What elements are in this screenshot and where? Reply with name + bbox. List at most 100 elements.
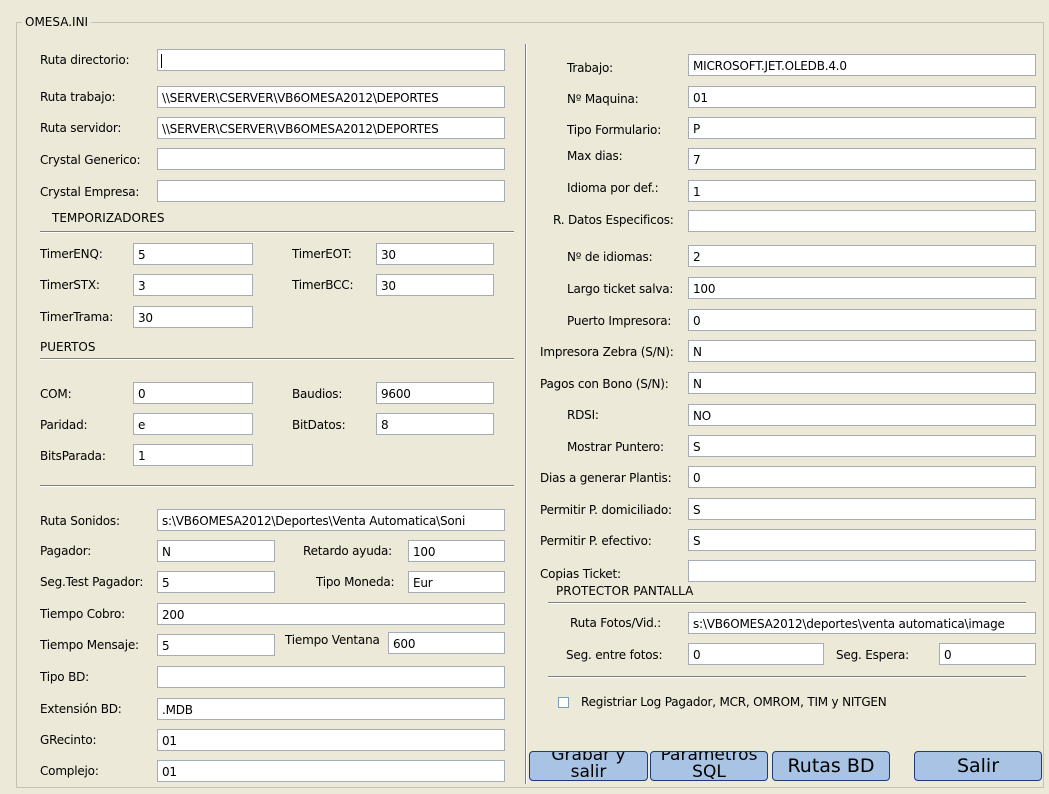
tiempo-cobro-field[interactable]: 200 (157, 603, 505, 625)
ruta-sonidos-label: Ruta Sonidos: (40, 514, 120, 528)
timer-stx-label: TimerSTX: (40, 278, 100, 292)
temporizadores-title: TEMPORIZADORES (52, 211, 165, 225)
idioma-label: Idioma por def.: (567, 181, 659, 195)
mostrar-puntero-field[interactable]: S (688, 435, 1036, 457)
retardo-ayuda-field[interactable]: 100 (408, 540, 505, 562)
complejo-field[interactable]: 01 (157, 760, 505, 782)
puertos-divider (40, 358, 514, 360)
retardo-ayuda-label: Retardo ayuda: (303, 544, 393, 558)
copias-ticket-field[interactable] (688, 560, 1036, 582)
protector-divider (548, 602, 1026, 604)
impresora-zebra-field[interactable]: N (688, 340, 1036, 362)
tipo-bd-field[interactable] (157, 666, 505, 688)
timer-bcc-field[interactable]: 30 (376, 274, 494, 296)
pagos-bono-field[interactable]: N (688, 372, 1036, 394)
timer-eot-label: TimerEOT: (292, 247, 352, 261)
tiempo-ventana-field[interactable]: 600 (388, 632, 505, 654)
paridad-field[interactable]: e (133, 413, 253, 435)
ruta-directorio-field[interactable] (157, 49, 505, 71)
timer-enq-field[interactable]: 5 (133, 243, 253, 265)
tipo-bd-label: Tipo BD: (40, 670, 89, 684)
extension-bd-field[interactable]: .MDB (157, 698, 505, 720)
seg-entre-fotos-field[interactable]: 0 (688, 643, 824, 665)
tiempo-mensaje-field[interactable]: 5 (157, 634, 275, 656)
rdsi-field[interactable]: NO (688, 404, 1036, 426)
permitir-efectivo-label: Permitir P. efectivo: (540, 534, 652, 548)
crystal-empresa-label: Crystal Empresa: (40, 185, 140, 199)
idioma-field[interactable]: 1 (688, 180, 1036, 202)
ruta-fotos-label: Ruta Fotos/Vid.: (570, 616, 661, 630)
ruta-trabajo-field[interactable]: \\SERVER\CSERVER\VB6OMESA2012\DEPORTES (157, 86, 505, 108)
tipo-formulario-field[interactable]: P (688, 117, 1036, 139)
complejo-label: Complejo: (40, 764, 99, 778)
timer-stx-field[interactable]: 3 (133, 274, 253, 296)
crystal-generico-field[interactable] (157, 148, 505, 170)
r-datos-especificos-label: R. Datos Especificos: (553, 213, 674, 227)
permitir-domiciliado-field[interactable]: S (688, 498, 1036, 520)
puerto-impresora-label: Puerto Impresora: (567, 314, 672, 328)
grabar-y-salir-button[interactable]: Grabar y salir (529, 751, 648, 781)
ruta-directorio-label: Ruta directorio: (40, 53, 130, 67)
log-checkbox[interactable] (558, 697, 569, 708)
bitdatos-field[interactable]: 8 (376, 413, 494, 435)
crystal-empresa-field[interactable] (157, 180, 505, 202)
bitsparada-label: BitsParada: (40, 449, 106, 463)
trabajo-field[interactable]: MICROSOFT.JET.OLEDB.4.0 (688, 54, 1036, 76)
protector-pantalla-title: PROTECTOR PANTALLA (556, 584, 694, 598)
bitsparada-field[interactable]: 1 (133, 444, 253, 466)
frame-title: OMESA.INI (22, 15, 92, 29)
dias-generar-field[interactable]: 0 (688, 466, 1036, 488)
salir-button[interactable]: Salir (914, 751, 1042, 781)
max-dias-label: Max dias: (567, 149, 623, 163)
tiempo-cobro-label: Tiempo Cobro: (40, 607, 125, 621)
log-checkbox-label[interactable]: Registriar Log Pagador, MCR, OMROM, TIM … (581, 694, 887, 710)
parametros-sql-button[interactable]: Parametros SQL (650, 751, 768, 781)
bitdatos-label: BitDatos: (292, 418, 346, 432)
otros-divider (40, 485, 514, 487)
r-datos-especificos-field[interactable] (688, 210, 1036, 232)
pagador-field[interactable]: N (157, 540, 275, 562)
seg-entre-fotos-label: Seg. entre fotos: (566, 648, 663, 662)
timer-eot-field[interactable]: 30 (376, 243, 494, 265)
ruta-sonidos-field[interactable]: s:\VB6OMESA2012\Deportes\Venta Automatic… (157, 509, 505, 531)
tipo-moneda-field[interactable]: Eur (408, 571, 505, 593)
copias-ticket-label: Copias Ticket: (540, 567, 621, 581)
n-maquina-field[interactable]: 01 (688, 86, 1036, 108)
column-divider (525, 44, 527, 784)
ruta-trabajo-label: Ruta trabajo: (40, 90, 116, 104)
largo-ticket-field[interactable]: 100 (688, 277, 1036, 299)
largo-ticket-label: Largo ticket salva: (567, 282, 674, 296)
extension-bd-label: Extensión BD: (40, 702, 122, 716)
protector-bottom-divider (548, 676, 1026, 678)
config-window: OMESA.INI Ruta directorio: Ruta trabajo:… (0, 0, 1049, 794)
paridad-label: Paridad: (40, 418, 88, 432)
rutas-bd-button[interactable]: Rutas BD (772, 751, 890, 781)
com-label: COM: (40, 387, 72, 401)
puerto-impresora-field[interactable]: 0 (688, 309, 1036, 331)
timer-trama-label: TimerTrama: (40, 310, 114, 324)
tiempo-ventana-label: Tiempo Ventana (285, 633, 380, 647)
baudios-field[interactable]: 9600 (376, 382, 494, 404)
tipo-moneda-label: Tipo Moneda: (316, 575, 395, 589)
n-maquina-label: Nº Maquina: (567, 92, 639, 106)
tiempo-mensaje-label: Tiempo Mensaje: (40, 638, 139, 652)
puertos-title: PUERTOS (40, 340, 96, 354)
n-idiomas-field[interactable]: 2 (688, 245, 1036, 267)
seg-espera-field[interactable]: 0 (939, 643, 1036, 665)
temporizadores-divider (40, 231, 514, 233)
pagador-label: Pagador: (40, 544, 92, 558)
seg-espera-label: Seg. Espera: (836, 648, 910, 662)
timer-trama-field[interactable]: 30 (133, 306, 253, 328)
ruta-servidor-field[interactable]: \\SERVER\CSERVER\VB6OMESA2012\DEPORTES (157, 117, 505, 139)
rdsi-label: RDSI: (567, 408, 599, 422)
permitir-domiciliado-label: Permitir P. domiciliado: (540, 503, 672, 517)
tipo-formulario-label: Tipo Formulario: (567, 123, 662, 137)
max-dias-field[interactable]: 7 (688, 148, 1036, 170)
grecinto-field[interactable]: 01 (157, 729, 505, 751)
ruta-servidor-label: Ruta servidor: (40, 121, 122, 135)
seg-test-pagador-field[interactable]: 5 (157, 571, 275, 593)
com-field[interactable]: 0 (133, 382, 253, 404)
permitir-efectivo-field[interactable]: S (688, 529, 1036, 551)
crystal-generico-label: Crystal Generico: (40, 153, 141, 167)
ruta-fotos-field[interactable]: s:\VB6OMESA2012\deportes\venta automatic… (688, 612, 1036, 634)
